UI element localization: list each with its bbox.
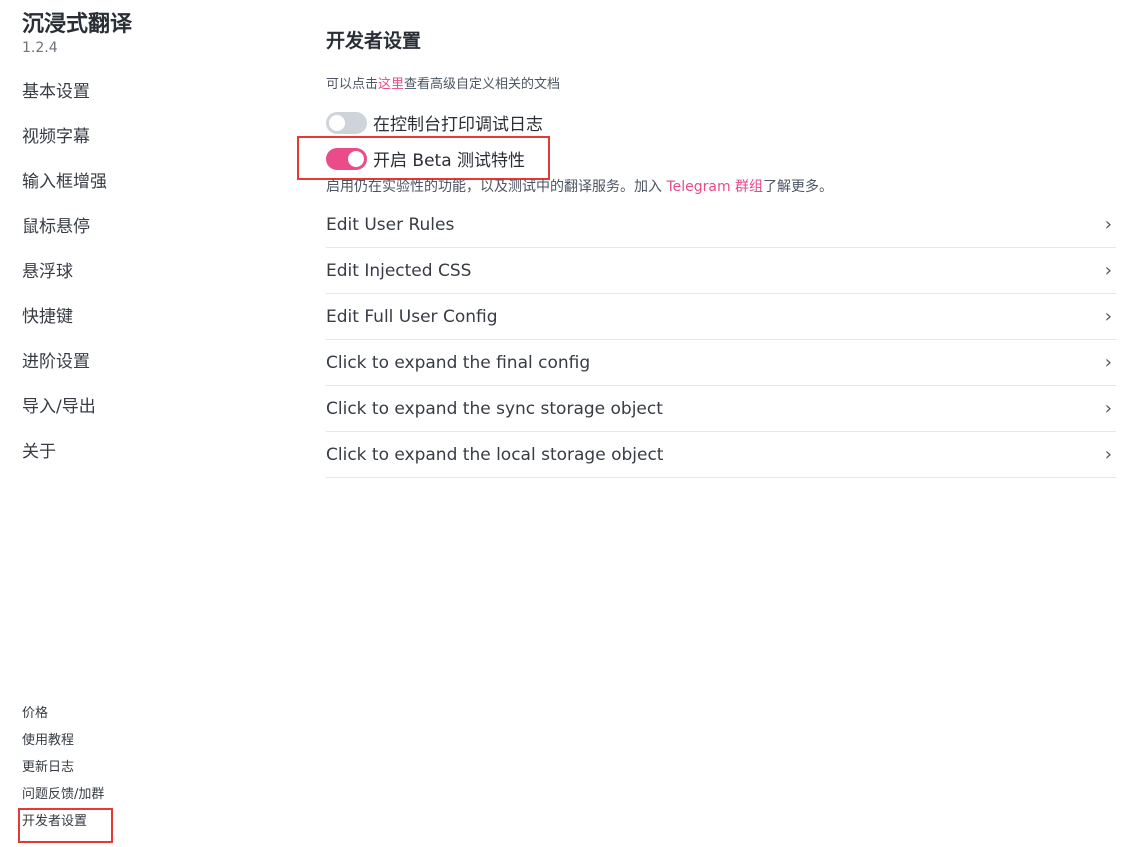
sidebar-item-shortcuts[interactable]: 快捷键 [22,303,107,348]
row-edit-user-rules[interactable]: Edit User Rules › [326,202,1116,248]
row-edit-full-user-config[interactable]: Edit Full User Config › [326,294,1116,340]
sidebar-item-basic-settings[interactable]: 基本设置 [22,78,107,123]
debug-log-toggle[interactable] [326,111,367,134]
row-label: Edit Full User Config [326,306,498,327]
settings-app: 沉浸式翻译 1.2.4 基本设置 视频字幕 输入框增强 鼠标悬停 悬浮球 快捷键… [0,0,1135,847]
sidebar-item-advanced[interactable]: 进阶设置 [22,348,107,393]
docs-note-suffix: 查看高级自定义相关的文档 [404,77,561,92]
sidebar: 沉浸式翻译 1.2.4 基本设置 视频字幕 输入框增强 鼠标悬停 悬浮球 快捷键… [0,0,300,847]
app-title: 沉浸式翻译 [22,12,133,37]
sidebar-item-import-export[interactable]: 导入/导出 [22,393,107,438]
toggle-knob [329,114,345,131]
toggle-knob [348,150,364,167]
docs-note: 可以点击这里查看高级自定义相关的文档 [326,73,560,92]
row-label: Click to expand the sync storage object [326,398,663,419]
app-version: 1.2.4 [22,40,58,56]
beta-desc-prefix: 启用仍在实验性的功能，以及测试中的翻译服务。加入 [326,179,667,195]
developer-options-list: Edit User Rules › Edit Injected CSS › Ed… [326,202,1116,478]
row-label: Edit User Rules [326,214,455,235]
beta-desc-suffix: 了解更多。 [763,179,834,195]
row-label: Edit Injected CSS [326,260,472,281]
sidebar-item-input-enhance[interactable]: 输入框增强 [22,168,107,213]
sidebar-footer-links: 价格 使用教程 更新日志 问题反馈/加群 开发者设置 [18,704,113,843]
toggle-row-debug-log: 在控制台打印调试日志 [326,110,543,135]
footer-link-developer-settings[interactable]: 开发者设置 [18,808,113,843]
sidebar-item-floating-ball[interactable]: 悬浮球 [22,258,107,303]
docs-link[interactable]: 这里 [378,77,404,92]
footer-link-pricing[interactable]: 价格 [22,704,109,731]
chevron-right-icon: › [1104,306,1112,327]
sidebar-item-video-subtitles[interactable]: 视频字幕 [22,123,107,168]
row-expand-sync-storage[interactable]: Click to expand the sync storage object … [326,386,1116,432]
toggle-row-beta: 开启 Beta 测试特性 [326,146,525,171]
sidebar-item-about[interactable]: 关于 [22,438,107,483]
row-expand-final-config[interactable]: Click to expand the final config › [326,340,1116,386]
row-edit-injected-css[interactable]: Edit Injected CSS › [326,248,1116,294]
telegram-group-link[interactable]: Telegram 群组 [666,179,763,195]
row-label: Click to expand the final config [326,352,591,373]
beta-description: 启用仍在实验性的功能，以及测试中的翻译服务。加入 Telegram 群组了解更多… [326,176,833,196]
page-title: 开发者设置 [326,30,422,52]
chevron-right-icon: › [1104,260,1112,281]
docs-note-prefix: 可以点击 [326,77,379,92]
beta-features-label: 开启 Beta 测试特性 [373,151,526,171]
sidebar-nav: 基本设置 视频字幕 输入框增强 鼠标悬停 悬浮球 快捷键 进阶设置 导入/导出 … [22,78,107,483]
row-label: Click to expand the local storage object [326,444,664,465]
footer-link-feedback[interactable]: 问题反馈/加群 [22,785,109,812]
sidebar-item-mouse-hover[interactable]: 鼠标悬停 [22,213,107,258]
chevron-right-icon: › [1104,352,1112,373]
footer-link-changelog[interactable]: 更新日志 [22,758,109,785]
footer-link-tutorial[interactable]: 使用教程 [22,731,109,758]
debug-log-label: 在控制台打印调试日志 [373,115,543,135]
chevron-right-icon: › [1104,214,1112,235]
beta-features-toggle[interactable] [326,147,367,170]
row-expand-local-storage[interactable]: Click to expand the local storage object… [326,432,1116,478]
chevron-right-icon: › [1104,398,1112,419]
chevron-right-icon: › [1104,444,1112,465]
